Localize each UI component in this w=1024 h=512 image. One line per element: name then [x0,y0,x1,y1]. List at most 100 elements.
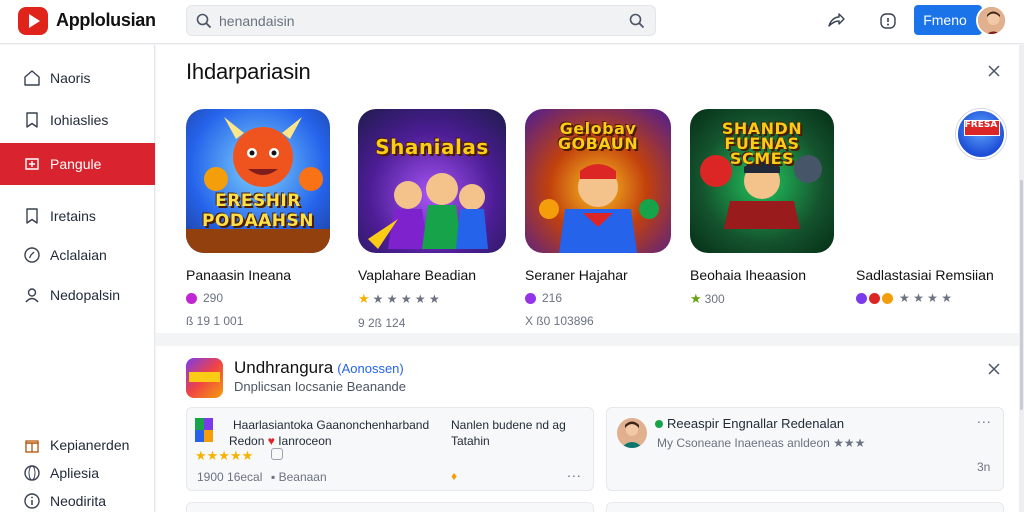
sidebar-item-about[interactable]: Neodirita [0,487,155,512]
game-rating: ★ ★ ★ ★ ★ ★ [358,291,440,306]
sidebar-item-label: Aclalaian [50,247,107,263]
review-title: Reeaspir Engnallar Redenalan [667,416,845,431]
rating-badge-icon [882,292,893,304]
sidebar-item-label: Iretains [50,208,96,224]
app-title: Applolusian [56,10,156,30]
game-artwork[interactable]: Shanialas [358,109,506,253]
game-stats: X ß0 103896 [525,314,594,328]
bookmark-icon [26,112,38,128]
reviewer-avatar [617,418,647,448]
game-card[interactable]: FRESA Sadlastasiai Remsiian ★ ★ ★ ★ [856,109,1016,305]
game-art-title: FRESA [964,120,998,130]
user-icon [25,288,39,303]
game-artwork[interactable]: Gelobav GOBAUN [525,109,671,253]
review-meta-secondary: ▪ Beanaan [271,470,327,484]
notification-icon[interactable] [878,11,898,31]
sidebar-item-label: Apliesia [50,465,100,481]
sidebar: Naoris Iohiaslies Pangule Iretains Aclal… [0,45,155,512]
sidebar-item-label: Neodirita [50,493,107,509]
gift-icon [25,440,39,453]
top-bar: Applolusian Fmeno [0,0,1024,44]
sidebar-item-rewards[interactable]: Kepianerden [0,431,155,459]
sidebar-item-label: Nedopalsin [50,287,121,303]
review-side-title: Nanlen budene nd ag [451,418,566,432]
sidebar-item-language[interactable]: Apliesia [0,459,155,487]
search-icon [196,13,212,29]
rating-badge-icon [856,292,867,304]
review-card[interactable] [186,502,594,512]
review-title: Haarlasiantoka Gaanonchenharband [233,418,430,432]
compass-icon [24,247,40,263]
star-icon: ★ [690,291,702,306]
review-card[interactable] [606,502,1004,512]
game-art-title: Gelobav GOBAUN [557,119,639,153]
heart-icon: ♥ [267,434,275,448]
featured-title: Ihdarpariasin [186,59,311,84]
game-card[interactable]: SHANDN FUENAS SCMES Beohaia Iheaasion ★ 3… [690,109,850,316]
sidebar-item-games[interactable]: Pangule [0,143,155,185]
search-input[interactable] [219,11,619,31]
game-name: Beohaia Iheaasion [690,267,806,283]
app-logo[interactable] [18,7,48,35]
sidebar-item-home[interactable]: Naoris [0,57,155,99]
game-artwork[interactable]: ERESHIR PODAAHSN [186,109,330,253]
sidebar-item-label: Pangule [50,156,102,172]
sidebar-item-label: Naoris [50,70,91,86]
close-icon[interactable] [986,361,1002,377]
rating-badge-icon [525,292,536,304]
game-card[interactable]: Shanialas Vaplahare Beadian ★ ★ ★ ★ ★ ★ 9… [358,109,518,330]
app-icon[interactable] [186,358,223,398]
featured-panel: Ihdarpariasin ERESHIR PODAAHSN Panaasin … [156,45,1020,333]
user-avatar[interactable] [976,5,1007,36]
sidebar-item-library[interactable]: Iohiaslies [0,99,155,141]
primary-action-button[interactable]: Fmeno [914,5,982,35]
like-icon[interactable]: ♦ [451,469,457,483]
more-options-icon[interactable]: ... [567,464,582,480]
game-name: Panaasin Ineana [186,267,292,283]
game-rating: 216 [525,291,685,305]
game-name: Seraner Hajahar [525,267,628,283]
sidebar-item-explore[interactable]: Aclalaian [0,234,155,276]
flag-icon: ▪ [271,470,276,484]
updates-title: Undhrangura (Aonossen) [234,358,404,377]
home-icon [24,70,40,86]
game-card[interactable]: ERESHIR PODAAHSN Panaasin Ineana 290 ß 1… [186,109,346,328]
game-artwork[interactable]: SHANDN FUENAS SCMES [690,109,834,253]
share-icon[interactable] [826,11,846,31]
star-icon: ★ [358,291,370,306]
sidebar-item-account[interactable]: Nedopalsin [0,274,155,316]
game-artwork[interactable]: FRESA [956,109,1006,159]
review-line: Redon ♥ Ianroceon [229,434,332,448]
review-card[interactable]: Reeaspir Engnallar Redenalan My Csoneane… [606,407,1004,491]
game-rating: ★ 300 [690,291,725,306]
more-options-icon[interactable]: ... [977,410,992,426]
close-icon[interactable] [986,63,1002,79]
game-card[interactable]: Gelobav GOBAUN Seraner Hajahar 216 X ß0 … [525,109,685,328]
rating-badge-icon [869,292,880,304]
review-card[interactable]: Haarlasiantoka Gaanonchenharband Redon ♥… [186,407,594,491]
chat-icon [271,448,283,460]
updates-panel: Undhrangura (Aonossen) Dnplicsan Iocsanie… [156,346,1020,512]
search-bar[interactable] [186,5,656,36]
game-name: Vaplahare Beadian [358,267,477,283]
scrollbar-thumb[interactable] [1020,180,1023,410]
sidebar-item-retains[interactable]: Iretains [0,195,155,237]
game-art-title: Shanialas [375,135,489,159]
review-side-subtitle: Tatahin [451,434,490,448]
review-stars: ★★★★★ [195,448,254,463]
updates-subtitle: Dnplicsan Iocsanie Beanande [234,379,407,394]
game-rating: 290 [186,291,346,305]
review-line: My Csoneane Inaeneas anldeon ★★★ [657,436,866,450]
review-meta: 1900 16ecal [197,470,263,484]
sidebar-item-label: Iohiaslies [50,112,109,128]
game-art-title: ERESHIR PODAAHSN [201,191,315,231]
search-submit-icon[interactable] [629,13,645,29]
games-icon [25,158,39,170]
game-name: Sadlastasiai Remsiian [856,267,994,283]
review-badge-icon [655,420,663,428]
rating-badge-icon [186,292,197,304]
info-icon [24,493,40,509]
updates-tag[interactable]: (Aonossen) [337,361,403,376]
game-stats: 9 2ß 124 [358,316,406,330]
game-art-title: SHANDN FUENAS SCMES [721,119,803,168]
